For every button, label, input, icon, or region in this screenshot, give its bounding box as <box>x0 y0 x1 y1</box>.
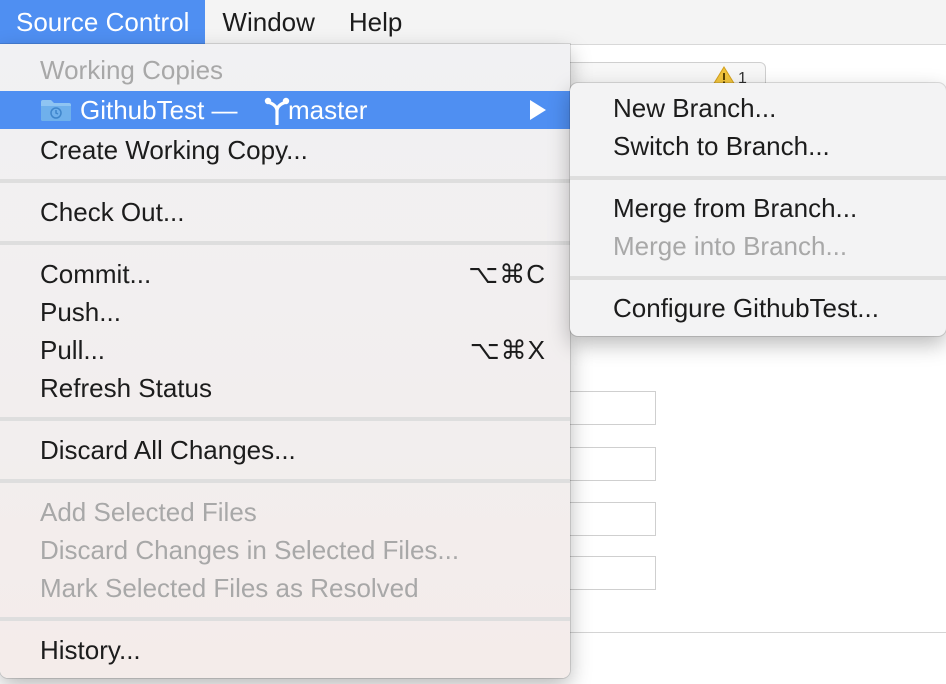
commit-shortcut: ⌥⌘C <box>468 259 546 289</box>
menu-separator <box>0 479 570 483</box>
merge-from-branch-item[interactable]: Merge from Branch... <box>570 189 946 227</box>
background-field[interactable] <box>560 391 656 425</box>
create-working-copy-item[interactable]: Create Working Copy... <box>0 131 570 169</box>
menu-separator <box>0 617 570 621</box>
background-field[interactable] <box>560 556 656 590</box>
repo-name: GithubTest <box>80 95 205 125</box>
repo-dash: — <box>211 95 238 125</box>
discard-selected-changes-item: Discard Changes in Selected Files... <box>40 535 460 565</box>
history-item[interactable]: History... <box>0 631 570 669</box>
menu-separator <box>0 417 570 421</box>
source-control-menu: Working Copies GithubTest — master Creat… <box>0 44 570 678</box>
switch-branch-item[interactable]: Switch to Branch... <box>570 127 946 165</box>
branch-icon <box>264 97 290 125</box>
push-item[interactable]: Push... <box>0 293 570 331</box>
commit-item[interactable]: Commit... ⌥⌘C <box>0 255 570 293</box>
merge-into-branch-item: Merge into Branch... <box>613 231 848 261</box>
pull-item[interactable]: Pull... ⌥⌘X <box>0 331 570 369</box>
menu-window[interactable]: Window <box>205 0 331 44</box>
menu-help[interactable]: Help <box>332 0 419 44</box>
pull-label: Pull... <box>40 335 106 365</box>
check-out-item[interactable]: Check Out... <box>0 193 570 231</box>
background-field[interactable] <box>560 502 656 536</box>
pull-shortcut: ⌥⌘X <box>469 335 546 365</box>
menu-source-control[interactable]: Source Control <box>0 0 206 44</box>
background-divider <box>560 632 946 633</box>
background-field[interactable] <box>560 447 656 481</box>
submenu-arrow-icon <box>530 100 546 120</box>
commit-label: Commit... <box>40 259 152 289</box>
menu-separator <box>0 179 570 183</box>
submenu-separator <box>570 276 946 280</box>
add-selected-files-item: Add Selected Files <box>40 497 257 527</box>
folder-icon <box>41 100 71 121</box>
new-branch-item[interactable]: New Branch... <box>570 89 946 127</box>
working-copies-header: Working Copies <box>40 55 224 85</box>
discard-all-changes-item[interactable]: Discard All Changes... <box>0 431 570 469</box>
branch-name: master <box>288 95 368 125</box>
mark-resolved-item: Mark Selected Files as Resolved <box>40 573 419 603</box>
configure-repo-item[interactable]: Configure GithubTest... <box>570 289 946 327</box>
submenu-separator <box>570 176 946 180</box>
menu-separator <box>0 241 570 245</box>
repo-working-copy-item[interactable]: GithubTest — master <box>0 91 570 129</box>
refresh-status-item[interactable]: Refresh Status <box>0 369 570 407</box>
menu-bar: Source Control Window Help <box>0 0 946 45</box>
branch-submenu: New Branch... Switch to Branch... Merge … <box>570 83 946 336</box>
